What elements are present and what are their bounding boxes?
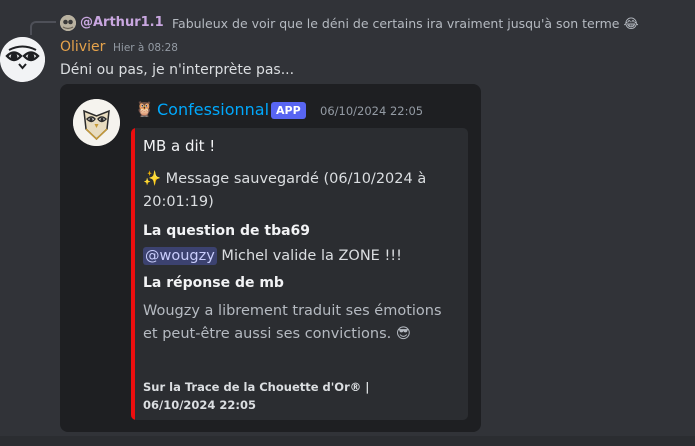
bottom-divider <box>0 436 695 446</box>
embed-description: ✨ Message sauvegardé (06/10/2024 à 20:01… <box>143 171 427 210</box>
reply-spine <box>30 21 56 35</box>
question-body: @wougzy Michel valide la ZONE !!! <box>143 247 402 265</box>
question-title: La question de tba69 <box>143 223 311 239</box>
bot-name[interactable]: Confessionnal <box>157 100 269 119</box>
message-area: @Arthur1.1 Fabuleux de voir que le déni … <box>0 0 695 446</box>
message-content: Déni ou pas, je n'interprète pas... <box>60 62 295 78</box>
bot-timestamp: 06/10/2024 22:05 <box>320 104 424 118</box>
reply-reference[interactable]: @Arthur1.1 Fabuleux de voir que le déni … <box>30 12 695 35</box>
response-title: La réponse de mb <box>143 275 284 291</box>
reply-author[interactable]: @Arthur1.1 <box>80 15 164 30</box>
embed-footer: Sur la Trace de la Chouette d'Or® | 06/1… <box>143 380 370 412</box>
message-timestamp: Hier à 08:28 <box>113 42 178 54</box>
embed-title: MB a dit ! <box>143 137 216 155</box>
embed-accent-bar <box>131 128 135 420</box>
avatar[interactable] <box>0 37 45 82</box>
user-mention[interactable]: @wougzy <box>143 247 217 265</box>
reply-text[interactable]: Fabuleux de voir que le déni de certains… <box>172 16 639 32</box>
embed-card: MB a dit ! ✨ Message sauvegardé (06/10/2… <box>131 128 468 420</box>
message-author[interactable]: Olivier <box>60 39 105 55</box>
response-body: Wougzy a librement traduit ses émotions … <box>143 303 442 342</box>
reply-avatar[interactable] <box>60 15 76 31</box>
app-badge: APP <box>271 102 306 119</box>
joy-emoji: 😂 <box>623 17 639 32</box>
owl-icon: 🦉 <box>135 100 154 118</box>
question-text: Michel valide la ZONE !!! <box>216 248 402 264</box>
bot-avatar[interactable] <box>73 99 120 146</box>
